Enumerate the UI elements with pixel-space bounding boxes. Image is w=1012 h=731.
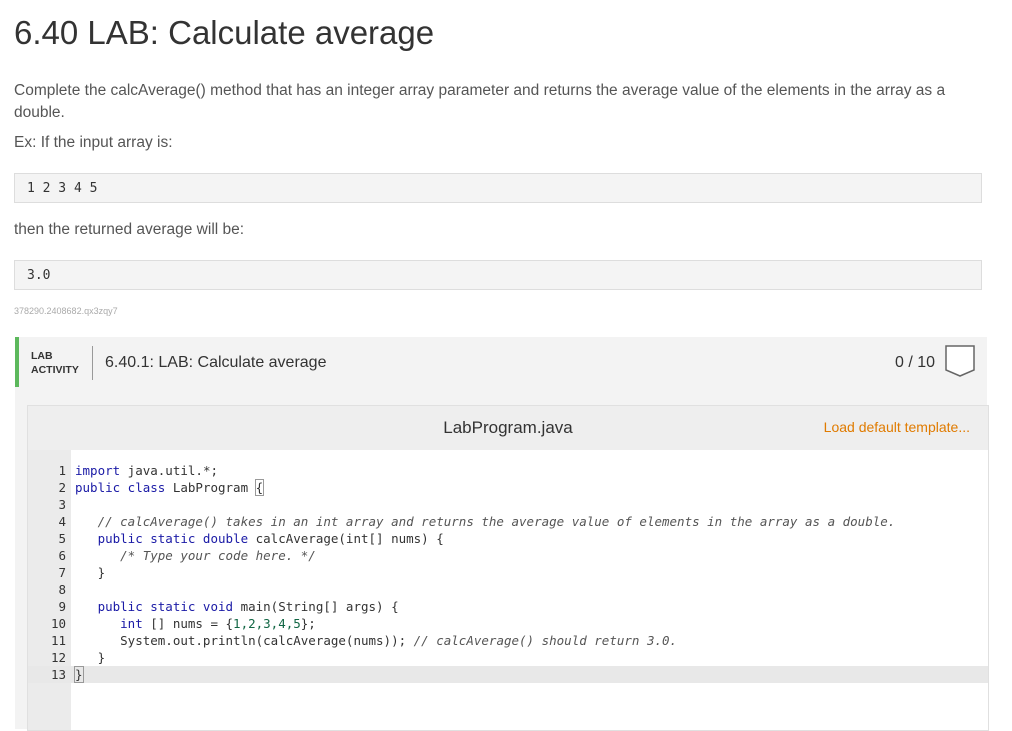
code-token: // calcAverage() should return 3.0. — [413, 633, 678, 648]
line-text: } — [75, 649, 106, 666]
line-number: 7 — [58, 565, 66, 580]
code-line[interactable]: 11 System.out.println(calcAverage(nums))… — [28, 632, 988, 649]
lab-activity-panel: LAB ACTIVITY 6.40.1: LAB: Calculate aver… — [15, 337, 989, 731]
code-token: } — [74, 666, 84, 683]
code-token: int — [120, 616, 143, 631]
page-title: 6.40 LAB: Calculate average — [14, 14, 435, 51]
code-editor[interactable]: LabProgram.java Load default template...… — [27, 405, 989, 731]
example-input-box: 1 2 3 4 5 — [14, 173, 982, 203]
code-token: public static double — [97, 531, 249, 546]
line-number: 1 — [58, 463, 66, 478]
code-line[interactable]: 10 int [] nums = {1,2,3,4,5}; — [28, 615, 988, 632]
line-text: public static void main(String[] args) { — [75, 598, 399, 615]
line-text: public static double calcAverage(int[] n… — [75, 530, 444, 547]
code-token: main(String[] args) { — [233, 599, 399, 614]
code-token: System.out.println(calcAverage(nums)); — [75, 633, 414, 648]
load-default-template-link[interactable]: Load default template... — [824, 419, 970, 435]
lab-activity-label: LAB ACTIVITY — [31, 349, 79, 377]
line-text: } — [75, 564, 106, 581]
code-token: public class — [75, 480, 166, 495]
code-line[interactable]: 9 public static void main(String[] args)… — [28, 598, 988, 615]
line-text: /* Type your code here. */ — [75, 547, 316, 564]
example-output-box: 3.0 — [14, 260, 982, 290]
code-line[interactable]: 6 /* Type your code here. */ — [28, 547, 988, 564]
line-number: 12 — [50, 650, 66, 665]
line-number: 2 — [58, 480, 66, 495]
code-line[interactable]: 7 } — [28, 564, 988, 581]
line-text: } — [74, 666, 84, 683]
lab-label-line1: LAB — [31, 350, 53, 362]
code-token: [] nums = { — [142, 616, 234, 631]
editor-code-area[interactable]: 1 import java.util.*; 2 public class LabPro… — [28, 462, 988, 683]
line-number: 11 — [50, 633, 66, 648]
line-text: System.out.println(calcAverage(nums)); /… — [75, 632, 677, 649]
code-line[interactable]: 4 // calcAverage() takes in an int array… — [28, 513, 988, 530]
then-text: then the returned average will be: — [14, 221, 245, 238]
problem-description: Complete the calcAverage() method that h… — [14, 82, 946, 121]
code-token: calcAverage(int[] nums) { — [248, 531, 444, 546]
line-number: 8 — [58, 582, 66, 597]
line-text: public class LabProgram { — [75, 479, 265, 496]
line-number: 13 — [50, 667, 66, 682]
completion-badge-icon — [945, 345, 975, 377]
line-number: 6 — [58, 548, 66, 563]
line-number: 3 — [58, 497, 66, 512]
problem-identifier: 378290.2408682.qx3zqy7 — [14, 306, 118, 316]
line-number: 4 — [58, 514, 66, 529]
code-token: { — [254, 479, 265, 496]
line-number: 9 — [58, 599, 66, 614]
code-token: java.util.*; — [120, 463, 218, 478]
code-token: 1,2,3,4,5 — [233, 616, 301, 631]
code-line[interactable]: 3 — [28, 496, 988, 513]
code-token: }; — [300, 616, 316, 631]
code-token: LabProgram — [165, 480, 256, 495]
lab-activity-title: 6.40.1: LAB: Calculate average — [105, 354, 327, 371]
code-token: /* Type your code here. */ — [120, 548, 316, 563]
lab-label-line2: ACTIVITY — [31, 364, 79, 376]
code-token: } — [75, 650, 106, 665]
code-line[interactable]: 5 public static double calcAverage(int[]… — [28, 530, 988, 547]
lab-score: 0 / 10 — [894, 354, 935, 371]
code-line[interactable]: 13} — [28, 666, 988, 683]
line-text: import java.util.*; — [75, 462, 218, 479]
line-number: 10 — [50, 616, 66, 631]
line-text: // calcAverage() takes in an int array a… — [75, 513, 896, 530]
code-token: import — [75, 463, 121, 478]
code-line[interactable]: 2 public class LabProgram { — [28, 479, 988, 496]
code-token: // calcAverage() takes in an int array a… — [97, 514, 896, 529]
lab-header-divider — [92, 346, 93, 380]
example-intro: Ex: If the input array is: — [14, 134, 173, 151]
code-line[interactable]: 1 import java.util.*; — [28, 462, 988, 479]
editor-header: LabProgram.java Load default template... — [28, 406, 988, 450]
lab-accent-bar — [15, 337, 19, 387]
line-text: int [] nums = {1,2,3,4,5}; — [75, 615, 316, 632]
code-line[interactable]: 8 — [28, 581, 988, 598]
code-token: } — [75, 565, 106, 580]
code-token: public static void — [97, 599, 234, 614]
code-line[interactable]: 12 } — [28, 649, 988, 666]
line-number: 5 — [58, 531, 66, 546]
